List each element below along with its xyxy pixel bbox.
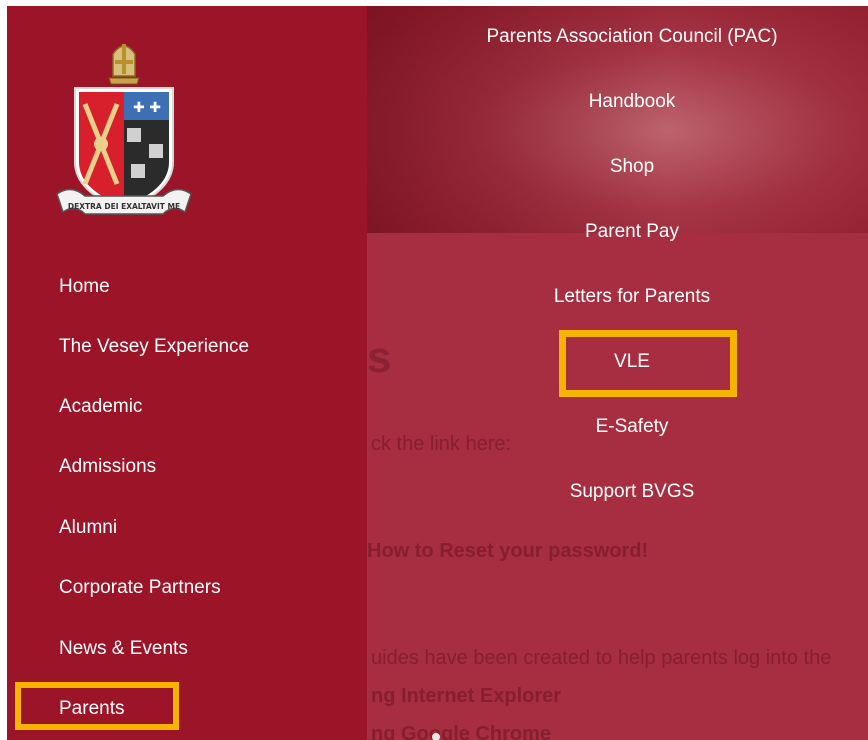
guides-text: uides have been created to help parents … xyxy=(371,647,832,669)
parents-highlight-box xyxy=(15,682,179,730)
reset-password-link[interactable]: How to Reset your password! xyxy=(367,540,648,563)
submenu-item-parent-pay[interactable]: Parent Pay xyxy=(447,221,817,243)
submenu-item-pac[interactable]: Parents Association Council (PAC) xyxy=(447,26,817,48)
browser-viewport: s ck the link here: How to Reset your pa… xyxy=(7,6,868,740)
nav-item-corporate-partners[interactable]: Corporate Partners xyxy=(59,577,221,599)
nav-item-academic[interactable]: Academic xyxy=(59,396,142,418)
vle-highlight-box xyxy=(559,330,737,397)
submenu-item-letters-for-parents[interactable]: Letters for Parents xyxy=(447,286,817,308)
main-navigation-panel: ✚ ✚ DEXTRA DEI EXALTAVIT ME Home The Ves… xyxy=(7,6,367,740)
cursor-indicator xyxy=(432,733,440,740)
submenu-item-handbook[interactable]: Handbook xyxy=(447,91,817,113)
svg-text:✚ ✚: ✚ ✚ xyxy=(133,100,161,116)
nav-item-vesey-experience[interactable]: The Vesey Experience xyxy=(59,336,249,358)
parents-submenu: Parents Association Council (PAC) Handbo… xyxy=(447,6,817,526)
heading-fragment: s xyxy=(367,333,392,382)
nav-item-admissions[interactable]: Admissions xyxy=(59,456,156,478)
submenu-item-e-safety[interactable]: E-Safety xyxy=(447,416,817,438)
submenu-item-support-bvgs[interactable]: Support BVGS xyxy=(447,481,817,503)
school-crest-logo[interactable]: ✚ ✚ DEXTRA DEI EXALTAVIT ME xyxy=(51,34,197,230)
nav-item-home[interactable]: Home xyxy=(59,276,110,298)
nav-item-alumni[interactable]: Alumni xyxy=(59,517,117,539)
nav-item-news-events[interactable]: News & Events xyxy=(59,638,188,660)
svg-text:DEXTRA DEI EXALTAVIT ME: DEXTRA DEI EXALTAVIT ME xyxy=(68,202,180,211)
submenu-item-shop[interactable]: Shop xyxy=(447,156,817,178)
internet-explorer-guide-link[interactable]: ng Internet Explorer xyxy=(371,685,561,708)
google-chrome-guide-link[interactable]: ng Google Chrome xyxy=(371,723,551,740)
